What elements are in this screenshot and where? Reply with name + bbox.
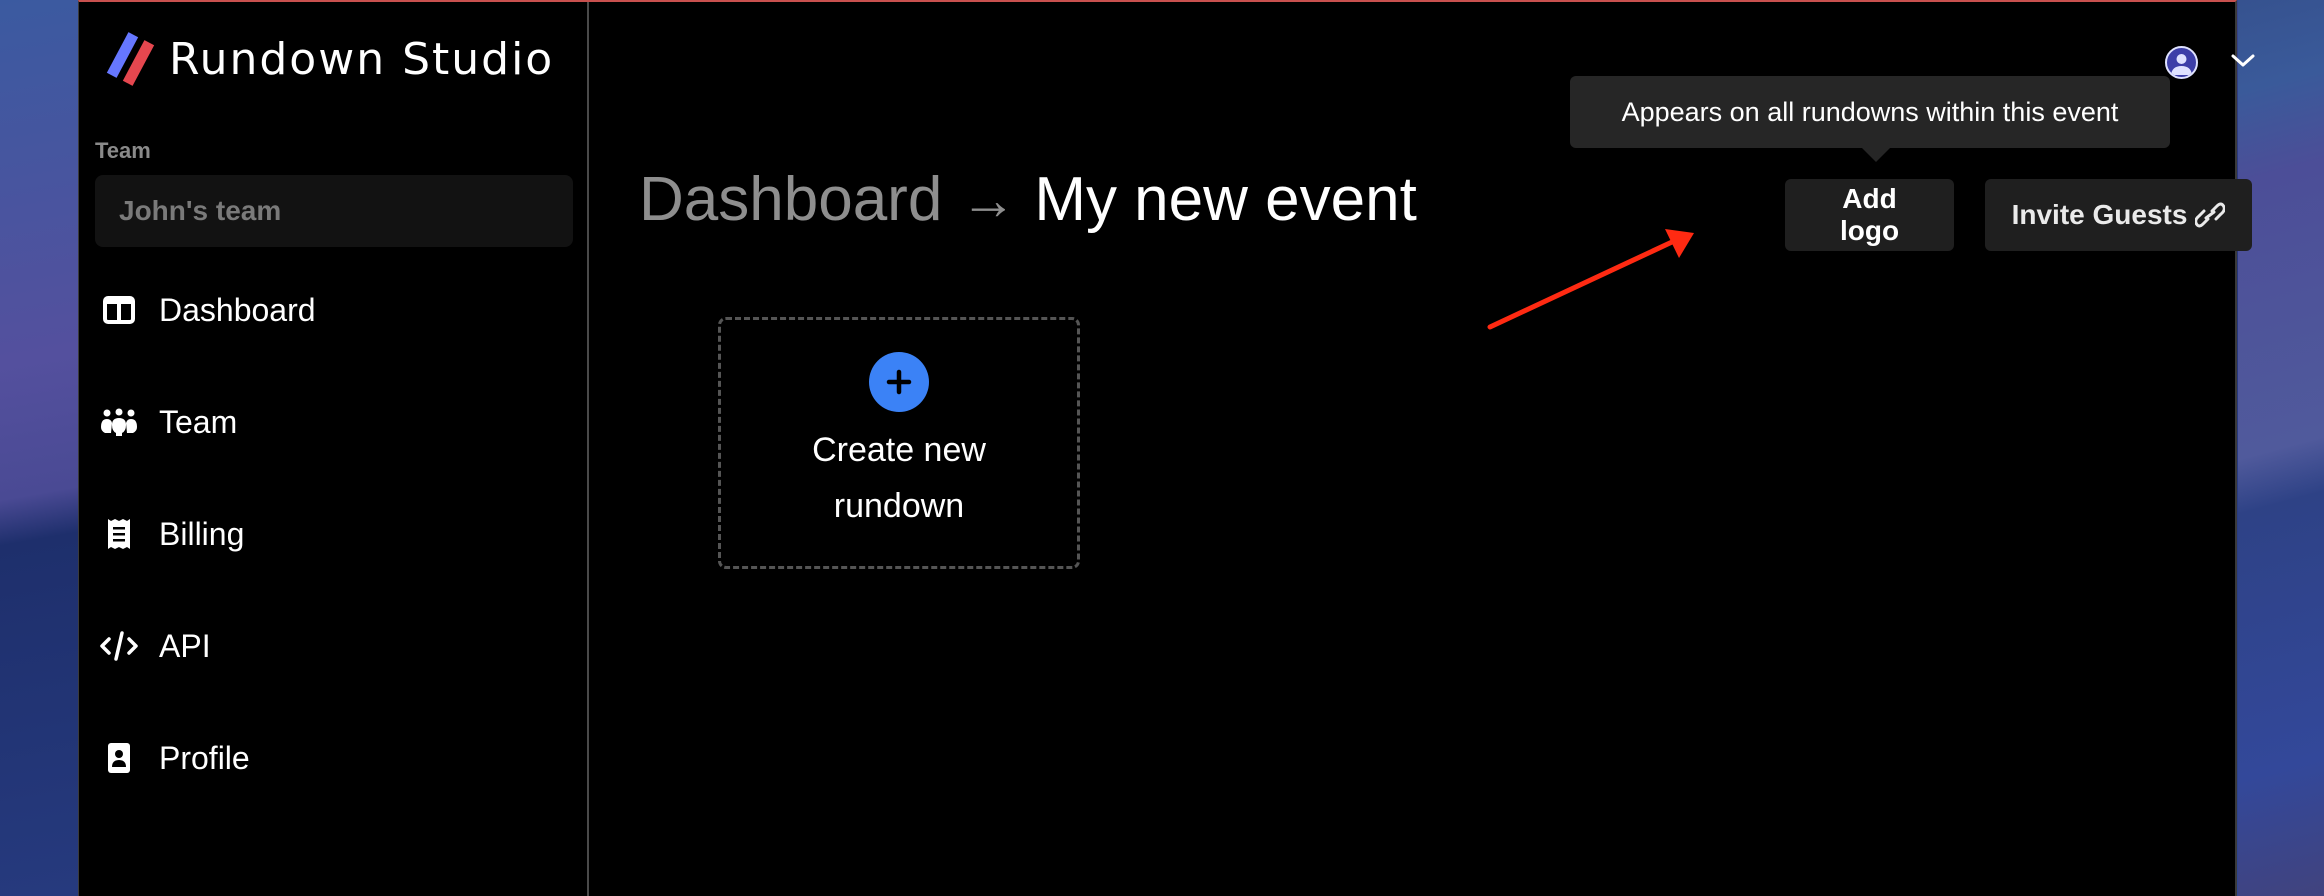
desktop-background-left (0, 0, 78, 896)
create-rundown-card[interactable]: Create new rundown (718, 317, 1080, 569)
breadcrumb-separator-icon: → (960, 168, 1017, 231)
add-logo-tooltip: Appears on all rundowns within this even… (1570, 76, 2170, 162)
create-rundown-label: Create new rundown (812, 431, 986, 525)
team-select-value: John's team (119, 195, 282, 226)
sidebar-item-label: Dashboard (159, 291, 316, 328)
app-window: Rundown Studio Team John's team Dashboar… (78, 0, 2255, 896)
user-avatar-icon[interactable] (2165, 46, 2198, 79)
sidebar-item-label: Team (159, 403, 238, 440)
sidebar: Rundown Studio Team John's team Dashboar… (79, 2, 589, 896)
desktop-background-right (2238, 0, 2324, 896)
main-content: Dashboard → My new event Appears on all … (590, 2, 2255, 896)
page-title: My new event (1034, 165, 1417, 234)
sidebar-item-billing[interactable]: Billing (97, 504, 244, 564)
plus-icon (869, 352, 929, 412)
dashboard-icon (97, 290, 141, 330)
code-icon (97, 626, 141, 666)
team-label: Team (95, 138, 151, 163)
sidebar-item-label: Billing (159, 515, 245, 552)
sidebar-item-dashboard[interactable]: Dashboard (97, 280, 316, 340)
tooltip-text: Appears on all rundowns within this even… (1621, 96, 2119, 127)
link-icon (2195, 202, 2226, 228)
team-icon (97, 402, 141, 442)
invite-guests-label: Invite Guests (2011, 199, 2188, 230)
sidebar-item-label: API (159, 627, 211, 664)
sidebar-item-team[interactable]: Team (97, 392, 237, 452)
logo-icon (105, 32, 155, 86)
chevron-down-icon[interactable] (2230, 50, 2256, 72)
sidebar-item-profile[interactable]: Profile (97, 728, 250, 788)
team-select[interactable]: John's team (95, 175, 573, 247)
receipt-icon (97, 514, 141, 554)
add-logo-label: Add logo (1839, 183, 1900, 246)
add-logo-button[interactable]: Add logo (1785, 179, 1954, 251)
sidebar-item-api[interactable]: API (97, 616, 211, 676)
app-logo[interactable]: Rundown Studio (105, 32, 554, 86)
invite-guests-button[interactable]: Invite Guests (1985, 179, 2252, 251)
sidebar-item-label: Profile (159, 739, 250, 776)
profile-badge-icon (97, 738, 141, 778)
breadcrumb-dashboard-link[interactable]: Dashboard (639, 164, 942, 235)
breadcrumb: Dashboard → My new event (639, 164, 1417, 235)
app-name: Rundown Studio (169, 33, 555, 85)
